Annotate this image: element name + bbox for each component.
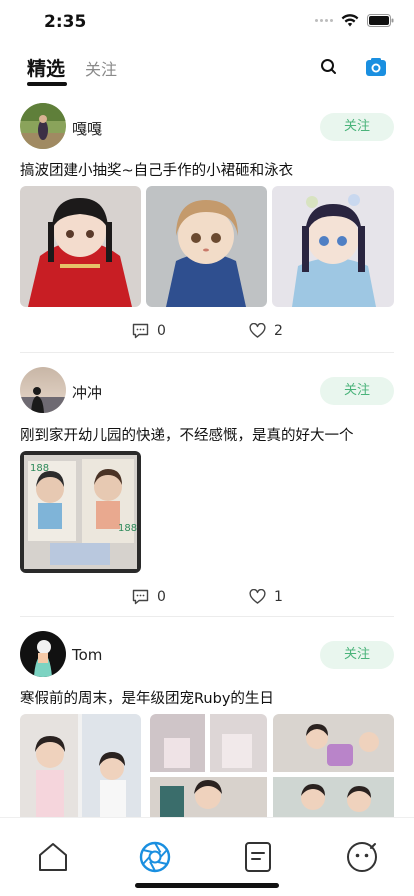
search-button[interactable] [318, 56, 340, 78]
battery-icon [367, 14, 394, 27]
home-indicator [135, 883, 279, 888]
comment-count: 0 [157, 589, 166, 605]
post-text[interactable]: 寒假前的周末，是年级团宠Ruby的生日 [20, 687, 274, 708]
like-metric[interactable]: 1 [249, 589, 283, 605]
svg-text:188: 188 [118, 523, 137, 534]
comment-metric[interactable]: 0 [132, 589, 166, 605]
post-card: Tom 关注 寒假前的周末，是年级团宠Ruby的生日 [0, 617, 414, 837]
avatar[interactable] [20, 103, 66, 149]
post-card: 嘎嘎 关注 搞波团建小抽奖~自己手作的小裙砸和泳衣 0 2 [0, 96, 414, 352]
post-photo[interactable] [272, 186, 394, 307]
tab-profile[interactable] [345, 840, 379, 874]
comment-icon [132, 589, 149, 605]
like-count: 1 [274, 589, 283, 605]
notes-icon [245, 842, 271, 872]
signal-icon [315, 19, 333, 22]
camera-button[interactable] [364, 55, 388, 79]
avatar[interactable] [20, 367, 66, 413]
follow-button[interactable]: 关注 [320, 641, 394, 669]
header: 精选 关注 [0, 46, 414, 92]
search-icon [321, 59, 336, 74]
username[interactable]: 冲冲 [72, 382, 102, 403]
post-text[interactable]: 刚到家开幼儿园的快递，不经感慨，是真的好大一个 [20, 424, 354, 445]
post-photo[interactable] [273, 714, 394, 824]
comment-metric[interactable]: 0 [132, 323, 166, 339]
heart-icon [249, 589, 266, 604]
tab-featured[interactable]: 精选 [27, 54, 65, 81]
status-bar: 2:35 [0, 0, 414, 46]
tab-home[interactable] [36, 840, 70, 874]
status-icons [315, 14, 394, 27]
like-metric[interactable]: 2 [249, 323, 283, 339]
tab-discover[interactable] [138, 840, 172, 874]
comment-count: 0 [157, 323, 166, 339]
follow-button[interactable]: 关注 [320, 113, 394, 141]
tab-following[interactable]: 关注 [85, 56, 117, 80]
avatar[interactable] [20, 631, 66, 677]
post-photo[interactable] [20, 186, 141, 307]
feed: 嘎嘎 关注 搞波团建小抽奖~自己手作的小裙砸和泳衣 0 2 冲冲 关注 刚到家开… [0, 96, 414, 837]
face-icon [347, 842, 377, 872]
post-photo[interactable] [20, 714, 141, 824]
follow-button[interactable]: 关注 [320, 377, 394, 405]
comment-icon [132, 323, 149, 339]
wifi-icon [341, 14, 359, 27]
tab-notes[interactable] [241, 840, 275, 874]
username[interactable]: Tom [72, 646, 102, 664]
post-text[interactable]: 搞波团建小抽奖~自己手作的小裙砸和泳衣 [20, 159, 293, 180]
heart-icon [249, 323, 266, 338]
post-photo[interactable] [150, 714, 267, 824]
like-count: 2 [274, 323, 283, 339]
active-tab-indicator [27, 82, 67, 86]
post-photo[interactable]: 188 188 [20, 451, 141, 573]
home-icon [39, 843, 67, 871]
username[interactable]: 嘎嘎 [72, 118, 102, 139]
aperture-icon [139, 841, 171, 873]
camera-icon [366, 58, 386, 76]
post-card: 冲冲 关注 刚到家开幼儿园的快递，不经感慨，是真的好大一个 188 188 0 … [0, 353, 414, 616]
status-time: 2:35 [44, 12, 87, 32]
svg-text:188: 188 [30, 463, 49, 474]
post-photo[interactable] [146, 186, 267, 307]
